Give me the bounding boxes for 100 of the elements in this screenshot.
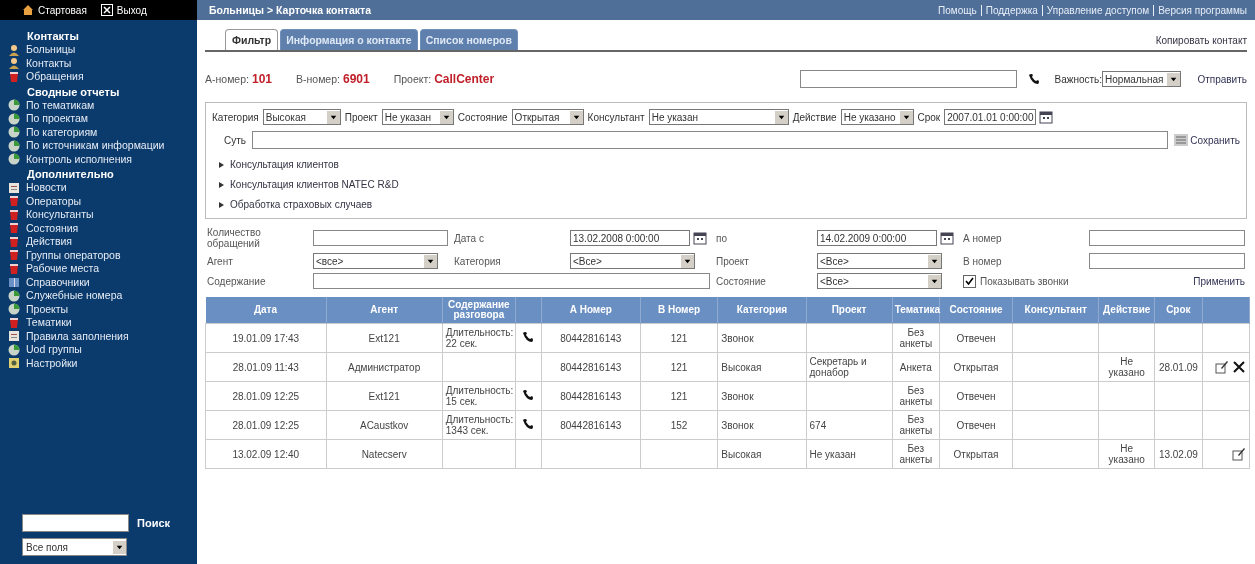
importance-dropdown[interactable]: Нормальная — [1102, 71, 1182, 87]
sidebar-item[interactable]: Служебные номера — [8, 289, 197, 303]
info-value: 101 — [251, 72, 272, 86]
tree-item[interactable]: Консультация клиентов NATEC R&D — [218, 179, 1240, 190]
sidebar-item[interactable]: Настройки — [8, 356, 197, 370]
sidebar-item[interactable]: Новости — [8, 181, 197, 195]
checkbox[interactable] — [963, 274, 976, 288]
tree-item[interactable]: Обработка страховых случаев — [218, 199, 1240, 210]
sidebar-item[interactable]: По источникам информации — [8, 139, 197, 153]
copy-contact-link[interactable]: Копировать контакт — [1155, 35, 1247, 50]
cup-icon — [8, 70, 20, 83]
table-cell: Без анкеты — [899, 385, 933, 407]
sidebar-item[interactable]: По проектам — [8, 112, 197, 126]
edit-icon[interactable] — [1215, 360, 1229, 374]
phone-icon[interactable] — [521, 417, 536, 431]
header-link[interactable]: Поддержка — [980, 4, 1042, 16]
sidebar-item[interactable]: Состояния — [8, 221, 197, 235]
sidebar-item[interactable]: По категориям — [8, 125, 197, 139]
nav-link[interactable]: Стартовая — [22, 4, 87, 16]
search-field[interactable] — [22, 514, 129, 532]
person-icon — [8, 57, 20, 70]
sidebar-item[interactable]: Правила заполнения — [8, 329, 197, 343]
dropdown[interactable]: <Все> — [817, 253, 942, 269]
table-cell: Открытая — [953, 448, 999, 460]
search-button[interactable]: Поиск — [137, 517, 170, 529]
sidebar-item[interactable]: Тематики — [8, 316, 197, 330]
table-cell: Звонок — [721, 332, 754, 344]
delete-icon[interactable] — [1232, 360, 1246, 374]
dropdown[interactable]: <Все> — [570, 253, 695, 269]
table-cell: Длительность: 22 сек. — [445, 327, 514, 349]
table-cell: ACaustkov — [359, 419, 409, 431]
input-field[interactable] — [1089, 230, 1245, 246]
date-field[interactable]: 2007.01.01 0:00:00 — [944, 109, 1037, 125]
table-cell: 13.02.09 — [1158, 448, 1198, 460]
save-link[interactable]: Сохранить — [1174, 134, 1240, 146]
sidebar-item[interactable]: Действия — [8, 235, 197, 249]
sidebar-item[interactable]: Контакты — [8, 56, 197, 70]
table-cell: 28.01.09 11:43 — [232, 361, 299, 373]
tab[interactable]: Фильтр — [225, 29, 279, 50]
info-label: В-номер: — [296, 73, 340, 85]
edit-icon[interactable] — [1232, 447, 1246, 461]
phone-icon[interactable] — [521, 388, 536, 402]
header-link[interactable]: Версия программы — [1153, 4, 1251, 16]
table-cell: 28.01.09 — [1158, 361, 1198, 373]
search-scope-dropdown[interactable]: Все поля — [22, 538, 127, 556]
calendar-icon[interactable] — [1039, 110, 1054, 124]
sidebar-item[interactable]: Больницы — [8, 43, 197, 57]
sidebar-item[interactable]: Uod группы — [8, 343, 197, 357]
table-cell: Не указано — [1108, 443, 1145, 465]
table-cell: 28.01.09 12:25 — [232, 390, 300, 402]
table-cell: 19.01.09 17:43 — [232, 332, 300, 344]
tree-item[interactable]: Консультация клиентов — [218, 159, 1240, 170]
send-link[interactable]: Отправить — [1197, 73, 1247, 85]
phone-icon[interactable] — [1026, 72, 1041, 86]
header-link[interactable]: Помощь — [934, 4, 981, 16]
table-cell: Длительность: 15 сек. — [445, 385, 514, 407]
input-field[interactable] — [313, 273, 710, 289]
dropdown[interactable]: <Все> — [817, 273, 942, 289]
calendar-icon[interactable] — [693, 231, 707, 245]
apply-link[interactable]: Применить — [1193, 275, 1245, 287]
dropdown[interactable]: Не указан — [648, 109, 789, 125]
sidebar-item[interactable]: Справочники — [8, 275, 197, 289]
sidebar-item[interactable]: По тематикам — [8, 98, 197, 112]
sidebar-item[interactable]: Проекты — [8, 302, 197, 316]
nav-link[interactable]: Выход — [100, 4, 147, 16]
input-field[interactable] — [799, 70, 1017, 88]
sidebar-item[interactable]: Группы операторов — [8, 248, 197, 262]
table-cell: Секретарь и донабор — [809, 356, 867, 378]
date-field[interactable]: 14.02.2009 0:00:00 — [817, 230, 937, 246]
input-field[interactable] — [252, 131, 1169, 149]
header-link[interactable]: Управление доступом — [1041, 4, 1154, 16]
input-field[interactable] — [1089, 253, 1245, 269]
disc-icon — [8, 126, 20, 139]
cup-icon — [8, 262, 20, 275]
sidebar-item[interactable]: Операторы — [8, 194, 197, 208]
dropdown[interactable]: Не указан — [381, 109, 454, 125]
settings-icon — [8, 357, 20, 370]
caret-icon — [1167, 72, 1181, 86]
table-cell: 674 — [809, 419, 827, 431]
sidebar-item[interactable]: Контроль исполнения — [8, 152, 197, 166]
dropdown[interactable]: Высокая — [262, 109, 341, 125]
sidebar-item[interactable]: Консультанты — [8, 208, 197, 222]
field-label: Проект — [716, 255, 750, 267]
input-field[interactable] — [313, 230, 448, 246]
dropdown[interactable]: Открытая — [511, 109, 584, 125]
dropdown[interactable]: Не указано — [840, 109, 914, 125]
calendar-icon[interactable] — [940, 231, 954, 245]
date-field[interactable]: 13.02.2008 0:00:00 — [570, 230, 690, 246]
sidebar-item[interactable]: Обращения — [8, 70, 197, 84]
list-icon[interactable] — [1174, 134, 1189, 146]
field-label: Суть — [224, 134, 246, 146]
table-cell: 13.02.09 12:40 — [232, 448, 300, 460]
phone-icon[interactable] — [521, 330, 536, 344]
dropdown[interactable]: <все> — [313, 253, 438, 269]
sidebar-item[interactable]: Рабочие места — [8, 262, 197, 276]
table-cell: Не указано — [1108, 356, 1145, 378]
caret-icon — [569, 110, 583, 124]
importance-label: Важность: — [1054, 73, 1103, 85]
field-label: Проект — [344, 111, 378, 123]
checkbox-label: Показывать звонки — [980, 275, 1069, 287]
